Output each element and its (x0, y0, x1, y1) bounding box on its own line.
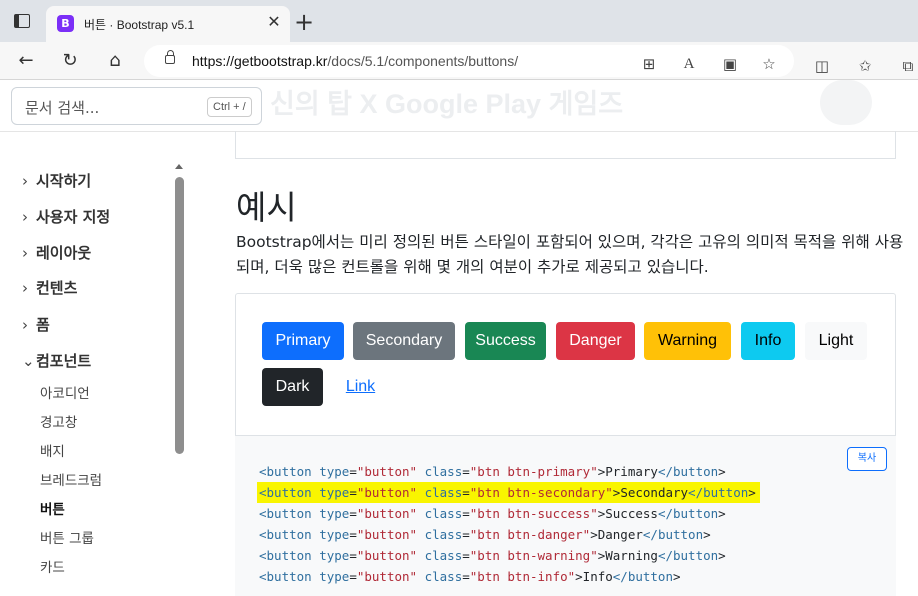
code-line: <button type="button" class="btn btn-dan… (259, 527, 711, 542)
app-available-icon[interactable]: ⊞ (639, 54, 659, 74)
info-button[interactable]: Info (741, 322, 795, 360)
url-text: https://getbootstrap.kr/docs/5.1/compone… (192, 53, 518, 69)
sidebar-item-buttons[interactable]: 버튼 (40, 498, 65, 518)
collections-icon[interactable]: ⧉ (898, 56, 918, 76)
home-icon[interactable]: ⌂ (101, 47, 129, 75)
top-search-bar: 신의 탑 X Google Play 게임즈 문서 검색... Ctrl + / (0, 80, 918, 132)
secondary-button[interactable]: Secondary (353, 322, 455, 360)
back-icon[interactable]: ← (12, 47, 40, 75)
tab-title: 버튼 · Bootstrap v5.1 (84, 18, 195, 32)
search-shortcut-hint: Ctrl + / (207, 97, 252, 117)
chevron-down-icon: ⌄ (22, 352, 35, 370)
sidebar-item-alerts[interactable]: 경고창 (40, 411, 77, 431)
copy-button[interactable]: 복사 (847, 447, 887, 471)
sidebar-group-layout[interactable]: › 레이아웃 (22, 242, 91, 263)
sidebar-item-card[interactable]: 카드 (40, 556, 65, 576)
code-line: <button type="button" class="btn btn-inf… (259, 569, 681, 584)
sidebar-group-label: 사용자 지정 (36, 208, 111, 226)
code-snippet: 복사 <button type="button" class="btn btn-… (235, 436, 896, 596)
code-line: <button type="button" class="btn btn-war… (259, 548, 726, 563)
main-content: 예시 Bootstrap에서는 미리 정의된 버튼 스타일이 포함되어 있으며,… (200, 131, 918, 596)
lock-icon[interactable] (165, 50, 175, 64)
sidebar-group-label: 폼 (36, 316, 50, 334)
ad-banner-text: 신의 탑 X Google Play 게임즈 (270, 89, 624, 119)
search-placeholder: 문서 검색... (25, 99, 100, 117)
chevron-right-icon: › (22, 172, 28, 190)
code-line: <button type="button" class="btn btn-pri… (259, 464, 726, 479)
light-button[interactable]: Light (805, 322, 867, 360)
bootstrap-favicon-icon: B (57, 15, 74, 32)
browser-tab[interactable]: B 버튼 · Bootstrap v5.1 ✕ (46, 6, 290, 42)
intro-paragraph: Bootstrap에서는 미리 정의된 버튼 스타일이 포함되어 있으며, 각각… (236, 233, 904, 276)
warning-button[interactable]: Warning (644, 322, 731, 360)
sidebar: › 시작하기 › 사용자 지정 › 레이아웃 › 컨텐츠 › 폼 ⌄컴포넌트 아코디언 경… (0, 132, 200, 578)
chevron-right-icon: › (22, 208, 28, 226)
close-tab-icon[interactable]: ✕ (264, 12, 284, 31)
url-path: /docs/5.1/components/buttons/ (327, 53, 519, 69)
url-host: https://getbootstrap.kr (192, 53, 328, 69)
page-heading: 예시 (236, 188, 297, 227)
split-screen-icon[interactable]: ◫ (812, 56, 832, 76)
chevron-right-icon: › (22, 279, 28, 297)
sidebar-group-label: 시작하기 (36, 172, 92, 190)
page: 신의 탑 X Google Play 게임즈 문서 검색... Ctrl + /… (0, 80, 918, 596)
success-button[interactable]: Success (465, 322, 546, 360)
favorite-star-icon[interactable]: ☆ (759, 54, 779, 74)
sidebar-group-label: 컴포넌트 (36, 352, 92, 370)
code-line: <button type="button" class="btn btn-sec… (257, 482, 760, 503)
ad-banner-next-icon[interactable] (820, 80, 872, 125)
button-example-box: Primary Secondary Success Danger Warning… (235, 293, 896, 436)
sidebar-group-components[interactable]: ⌄컴포넌트 (22, 350, 91, 371)
sidebar-group-label: 컨텐츠 (36, 279, 78, 297)
chevron-right-icon: › (22, 316, 28, 334)
sidebar-group-forms[interactable]: › 폼 (22, 314, 50, 335)
code-line: <button type="button" class="btn btn-suc… (259, 506, 726, 521)
immersive-reader-icon[interactable]: ▣ (720, 54, 740, 74)
favorites-icon[interactable]: ✩ (855, 56, 875, 76)
sidebar-scrollbar[interactable] (175, 177, 184, 454)
sidebar-group-getting-started[interactable]: › 시작하기 (22, 170, 91, 191)
danger-button[interactable]: Danger (556, 322, 635, 360)
sidebar-item-button-group[interactable]: 버튼 그룹 (40, 527, 94, 547)
chevron-right-icon: › (22, 244, 28, 262)
docs-search-input[interactable]: 문서 검색... Ctrl + / (11, 87, 262, 125)
url-field[interactable]: https://getbootstrap.kr/docs/5.1/compone… (144, 45, 794, 77)
sidebar-group-content[interactable]: › 컨텐츠 (22, 277, 77, 298)
refresh-icon[interactable]: ↻ (56, 47, 84, 75)
dark-button[interactable]: Dark (262, 368, 323, 406)
scroll-up-icon[interactable] (175, 164, 183, 169)
tab-actions-icon[interactable] (14, 14, 30, 28)
sidebar-item-badge[interactable]: 배지 (40, 440, 65, 460)
link-button[interactable]: Link (333, 368, 388, 406)
primary-button[interactable]: Primary (262, 322, 344, 360)
sidebar-item-accordion[interactable]: 아코디언 (40, 382, 90, 402)
new-tab-icon[interactable]: + (292, 8, 316, 36)
previous-example-box (235, 131, 896, 159)
read-aloud-icon[interactable]: A (679, 54, 699, 74)
sidebar-item-breadcrumb[interactable]: 브레드크럼 (40, 469, 102, 489)
sidebar-group-customize[interactable]: › 사용자 지정 (22, 206, 110, 227)
address-bar: ← ↻ ⌂ https://getbootstrap.kr/docs/5.1/c… (0, 42, 918, 80)
sidebar-group-label: 레이아웃 (36, 244, 92, 262)
browser-tab-bar: B 버튼 · Bootstrap v5.1 ✕ + (0, 0, 918, 42)
